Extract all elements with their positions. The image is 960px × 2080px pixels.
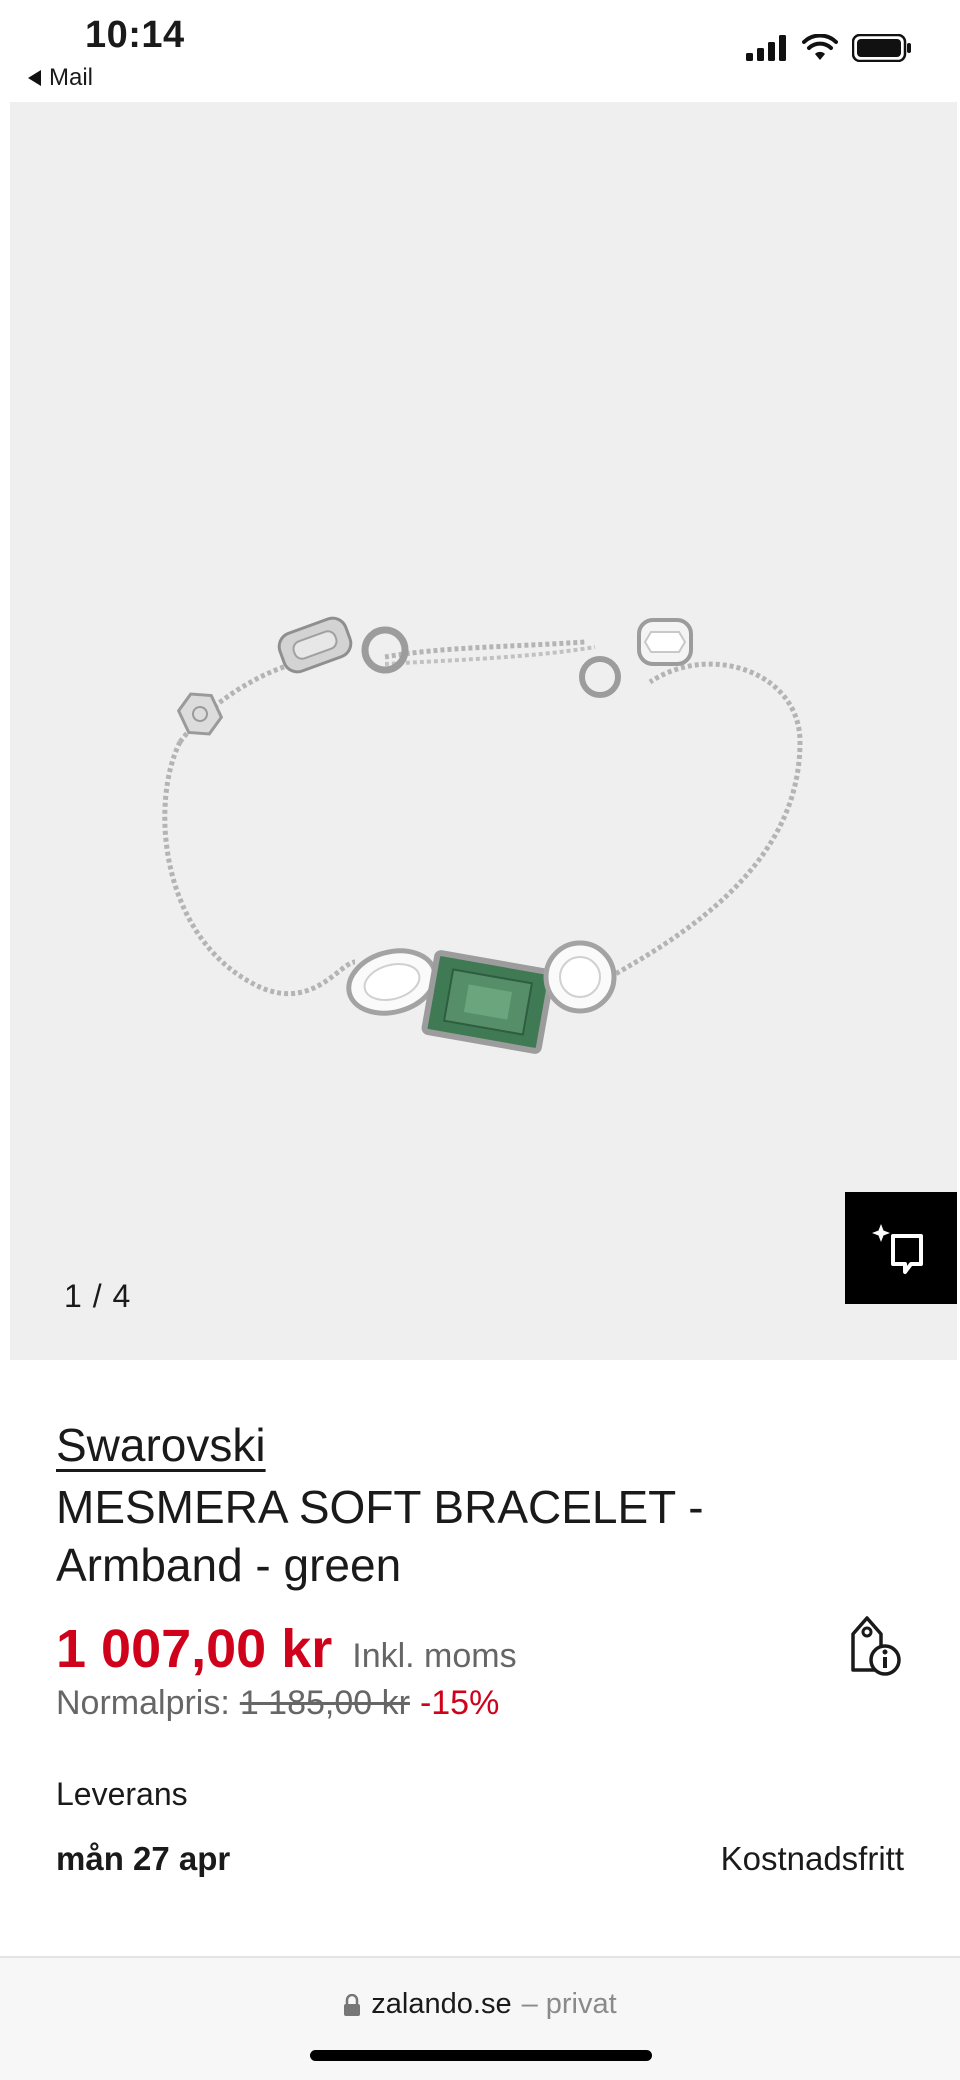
- round-crystal: [543, 940, 617, 1014]
- sparkle-frame-icon: [872, 1224, 923, 1274]
- private-mode-label: – privat: [521, 1988, 617, 2020]
- home-indicator[interactable]: [310, 2050, 652, 2061]
- url-content: zalando.se – privat: [0, 1988, 960, 2021]
- emerald-crystal: [421, 950, 555, 1054]
- back-triangle-icon: [28, 70, 41, 86]
- battery-icon: [852, 34, 911, 62]
- brand-link[interactable]: Swarovski: [56, 1418, 266, 1472]
- lock-icon: [344, 1993, 361, 2016]
- status-bar: 10:14 Mail: [0, 0, 960, 100]
- virtual-try-on-button[interactable]: [845, 1192, 957, 1304]
- browser-url-bar[interactable]: zalando.se – privat: [0, 1956, 960, 2080]
- current-price: 1 007,00 kr: [56, 1619, 333, 1679]
- vat-note: Inkl. moms: [352, 1637, 517, 1675]
- product-image-gallery[interactable]: 1 / 4: [10, 102, 957, 1360]
- price-info-icon[interactable]: [845, 1612, 905, 1678]
- price-row: 1 007,00 kr Inkl. moms: [56, 1618, 517, 1680]
- signal-icon: [746, 35, 786, 61]
- back-to-mail-button[interactable]: Mail: [28, 64, 93, 92]
- back-label: Mail: [49, 64, 94, 91]
- wifi-icon: [802, 34, 838, 60]
- clock: 10:14: [85, 14, 185, 56]
- url-domain: zalando.se: [371, 1988, 512, 2020]
- delivery-label: Leverans: [56, 1776, 188, 1812]
- old-price: 1 185,00 kr: [239, 1684, 410, 1722]
- product-title: MESMERA SOFT BRACELET - Armband - green: [56, 1481, 704, 1591]
- discount-badge: -15%: [419, 1684, 500, 1722]
- delivery-cost: Kostnadsfritt: [720, 1840, 904, 1877]
- image-counter: 1 / 4: [64, 1278, 132, 1314]
- normal-price-label: Normalpris:: [56, 1684, 230, 1722]
- status-icons: [746, 34, 912, 62]
- delivery-date: mån 27 apr: [56, 1840, 231, 1877]
- bracelet-product-image: [162, 616, 803, 1054]
- normal-price-row: Normalpris: 1 185,00 kr -15%: [56, 1684, 499, 1723]
